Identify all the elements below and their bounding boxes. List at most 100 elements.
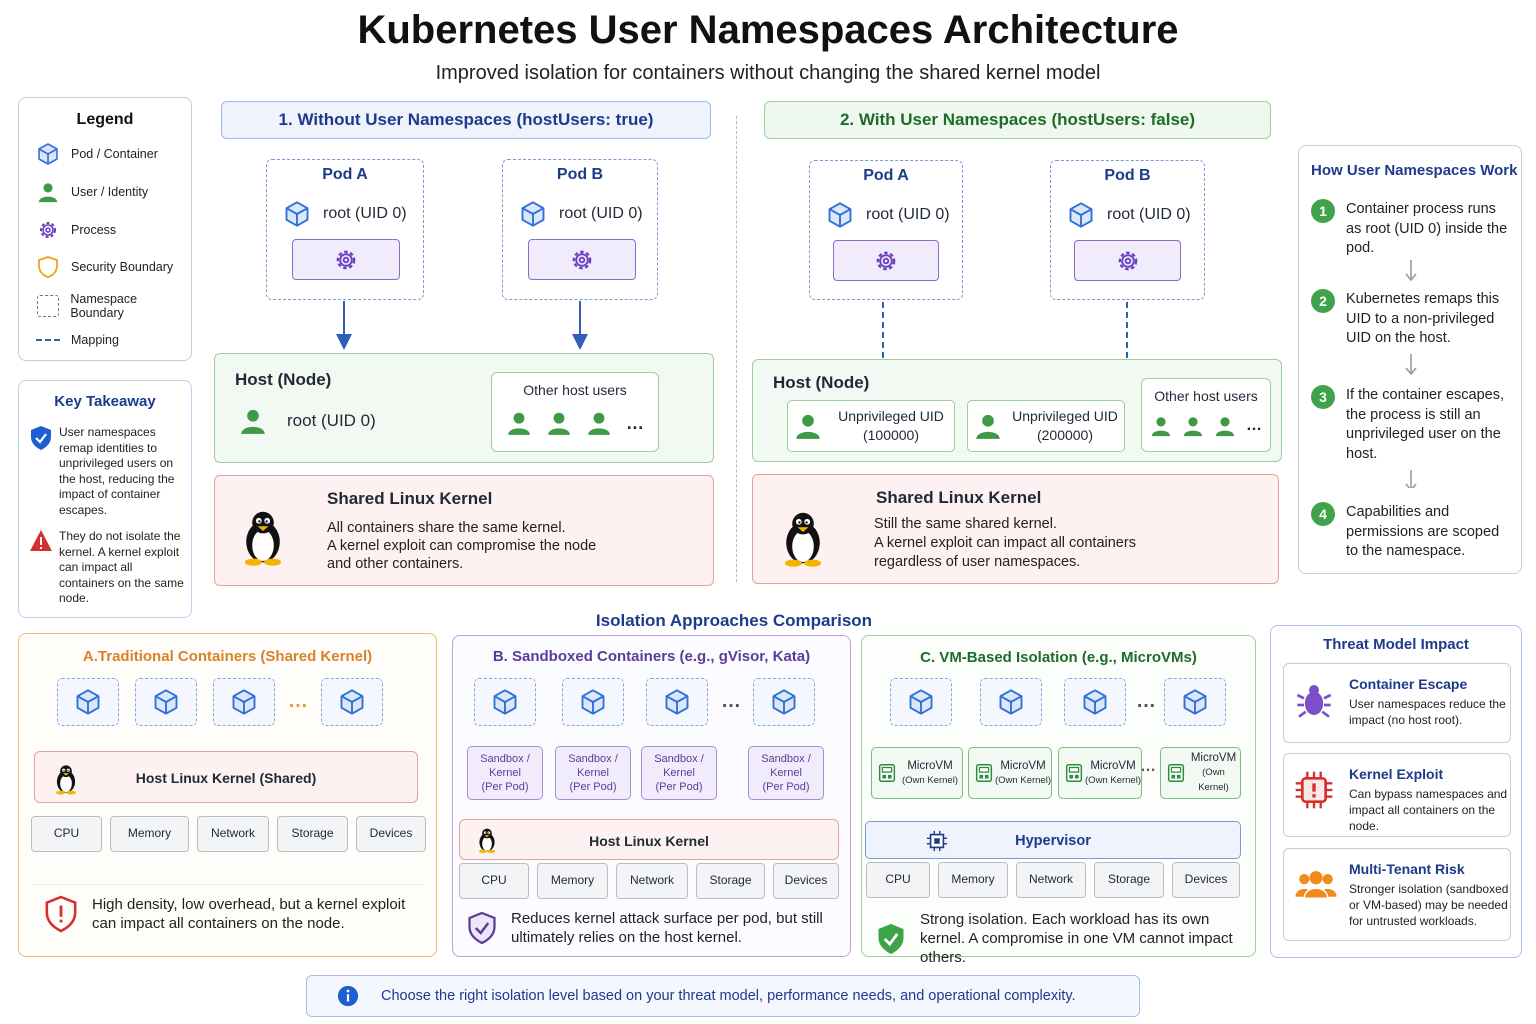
- hypervisor-label: Hypervisor: [1015, 833, 1091, 849]
- user-icon: [794, 411, 822, 441]
- pod-b[interactable]: Pod B root (UID 0): [1050, 160, 1205, 300]
- how-title: How User Namespaces Work: [1311, 162, 1518, 179]
- cube-icon: [1181, 688, 1209, 716]
- sandbox-label: Sandbox /: [568, 753, 618, 765]
- cube-icon: [1081, 688, 1109, 716]
- sandbox-label: (Per Pod): [655, 781, 703, 793]
- cube-icon: [1067, 201, 1095, 229]
- kernel-desc-line: Still the same shared kernel.: [874, 516, 1057, 532]
- sandbox-label: Sandbox /: [654, 753, 704, 765]
- hw-storage: Storage: [696, 863, 765, 899]
- chip-icon: [973, 762, 995, 784]
- sandbox-label: (Per Pod): [762, 781, 810, 793]
- threat-card-title: Kernel Exploit: [1349, 766, 1444, 782]
- step-1: 1 Container process runs as root (UID 0) …: [1311, 199, 1511, 259]
- uid-value: (100000): [862, 427, 920, 443]
- bug-icon: [1296, 685, 1332, 718]
- chip-icon: [876, 762, 898, 784]
- pod-a[interactable]: Pod A root (UID 0): [809, 160, 963, 300]
- vm-label: MicroVM: [1090, 759, 1136, 772]
- vm-label: MicroVM: [907, 759, 953, 772]
- step-text: Container process runs as root (UID 0) i…: [1346, 201, 1508, 256]
- threat-card-desc: Can bypass namespaces and impact all con…: [1349, 787, 1508, 833]
- chip-icon: [1063, 762, 1085, 784]
- cube-icon: [997, 688, 1025, 716]
- container-box: [890, 678, 952, 726]
- pod-user: root (UID 0): [1107, 206, 1191, 223]
- kernel-title: Shared Linux Kernel: [327, 489, 493, 508]
- cube-icon: [907, 688, 935, 716]
- other-users-label: Other host users: [1154, 388, 1258, 404]
- cube-icon: [770, 688, 798, 716]
- hw-network: Network: [616, 863, 688, 899]
- gear-icon: [872, 247, 900, 275]
- ellipsis: …: [288, 690, 308, 712]
- microvm: MicroVM (Own Kernel): [1058, 747, 1142, 799]
- vm-label: MicroVM: [1000, 759, 1046, 772]
- ellipsis: …: [1140, 758, 1156, 775]
- note-text: High density, low overhead, but a kernel…: [92, 896, 406, 932]
- hw-network: Network: [1016, 862, 1086, 898]
- threat-card-title: Container Escape: [1349, 676, 1468, 692]
- kernel-desc-line: regardless of user namespaces.: [874, 554, 1081, 570]
- threat-card-multi-tenant: Multi-Tenant Risk Stronger isolation (sa…: [1283, 848, 1511, 941]
- pod-name: Pod B: [1104, 167, 1151, 184]
- unprivileged-uid-b: Unprivileged UID (200000): [967, 400, 1125, 452]
- threat-card-title: Multi-Tenant Risk: [1349, 861, 1465, 877]
- hw-devices: Devices: [1172, 862, 1240, 898]
- cube-icon: [579, 688, 607, 716]
- cube-icon: [826, 201, 854, 229]
- sandbox-kernel: Sandbox / Kernel (Per Pod): [555, 746, 631, 800]
- chip-alert-icon: [1295, 771, 1333, 809]
- step-text: If the container escapes, the process is…: [1346, 387, 1504, 462]
- ellipsis: …: [626, 412, 644, 433]
- other-users-label: Other host users: [523, 382, 627, 398]
- hw-network: Network: [197, 816, 269, 852]
- cube-icon: [230, 688, 258, 716]
- uid-value: (200000): [1036, 427, 1094, 443]
- sandbox-label: Kernel: [663, 767, 695, 779]
- process-box: [1074, 240, 1181, 281]
- hardware-row: CPU Memory Network Storage Devices: [866, 862, 1240, 898]
- sandbox-label: (Per Pod): [569, 781, 617, 793]
- hw-memory: Memory: [110, 816, 189, 852]
- host-user-label: root (UID 0): [287, 411, 376, 430]
- users-group-icon: [1295, 871, 1337, 899]
- shield-check-icon: [468, 911, 496, 945]
- ellipsis: …: [1246, 417, 1262, 434]
- threat-model-panel: Threat Model Impact Container Escape Use…: [1270, 625, 1522, 958]
- host-node: Host (Node) Unprivileged UID (100000) Unp…: [752, 359, 1282, 462]
- container-box: [980, 678, 1042, 726]
- user-icon: [1150, 414, 1172, 438]
- sandbox-label: Sandbox /: [761, 753, 811, 765]
- container-box: [321, 678, 383, 726]
- hw-memory: Memory: [938, 862, 1008, 898]
- threat-title: Threat Model Impact: [1323, 636, 1469, 653]
- kernel-desc-line: A kernel exploit can compromise the node: [327, 538, 597, 554]
- divider: [30, 884, 424, 885]
- footer-text: Choose the right isolation level based o…: [381, 988, 1076, 1004]
- uid-label: Unprivileged UID: [838, 408, 944, 424]
- shared-kernel: Shared Linux Kernel Still the same share…: [752, 474, 1279, 584]
- host-title: Host (Node): [235, 370, 332, 389]
- note-text: Strong isolation. Each workload has its …: [920, 911, 1233, 966]
- container-box: [753, 678, 815, 726]
- step-text: Kubernetes remaps this UID to a non-priv…: [1346, 291, 1500, 346]
- sandbox-label: Sandbox /: [480, 753, 530, 765]
- kernel-title: Shared Linux Kernel: [876, 488, 1042, 507]
- info-icon: [337, 985, 359, 1007]
- vm-sub: (Own Kernel): [1085, 774, 1141, 786]
- shield-alert-icon: [45, 895, 77, 933]
- threat-card-kernel-exploit: Kernel Exploit Can bypass namespaces and…: [1283, 753, 1511, 837]
- process-box: [833, 240, 939, 281]
- linux-tux-icon: [779, 509, 827, 567]
- kernel-desc-line: All containers share the same kernel.: [327, 520, 566, 536]
- sandbox-label: Kernel: [770, 767, 802, 779]
- container-box: [562, 678, 624, 726]
- container-box: [57, 678, 119, 726]
- cube-icon: [663, 688, 691, 716]
- panel-note: High density, low overhead, but a kernel…: [44, 895, 424, 933]
- kernel-desc-line: and other containers.: [327, 556, 464, 572]
- panel-title: A.Traditional Containers (Shared Kernel): [82, 648, 373, 665]
- vm-sub: (Own Kernel): [1198, 767, 1229, 793]
